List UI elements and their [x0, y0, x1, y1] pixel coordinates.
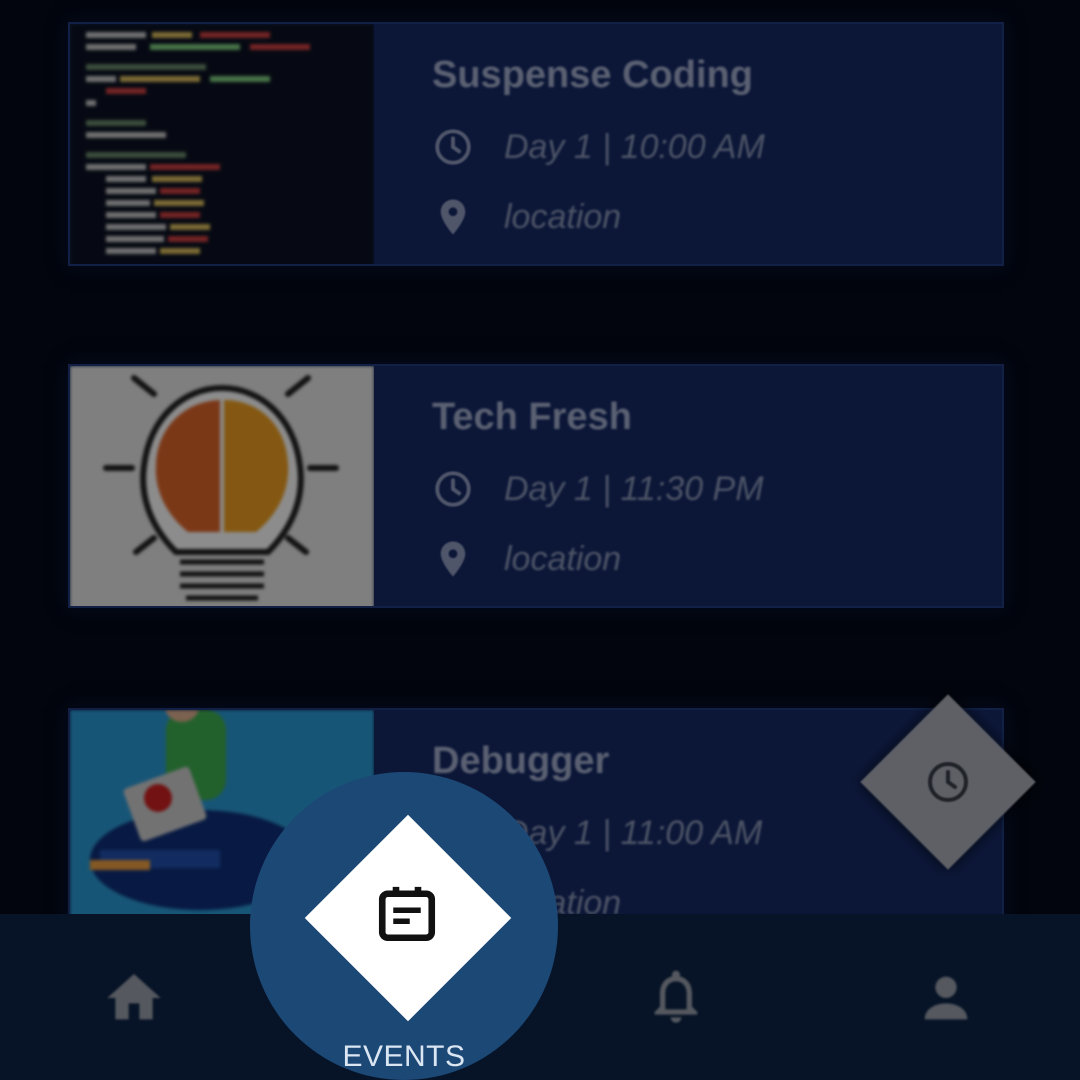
person-icon: [924, 976, 968, 1020]
event-location-row: location: [432, 196, 621, 238]
event-thumbnail-bulb: [70, 366, 374, 606]
event-card[interactable]: Tech Fresh Day 1 | 11:30 PM location: [68, 364, 1004, 608]
location-pin-icon: [440, 199, 466, 235]
nav-home-button[interactable]: [102, 966, 166, 1035]
event-title: Debugger: [432, 740, 610, 782]
event-thumbnail-code: [70, 24, 374, 264]
event-time: Day 1 | 11:00 AM: [504, 813, 763, 852]
event-location: location: [504, 539, 622, 578]
clock-icon: [435, 471, 471, 507]
event-info: Tech Fresh Day 1 | 11:30 PM location: [374, 366, 1002, 606]
home-icon: [107, 974, 161, 1020]
bell-icon: [654, 970, 698, 1023]
event-time: Day 1 | 10:00 AM: [504, 127, 765, 166]
event-card[interactable]: Suspense Coding Day 1 | 10:00 AM locatio…: [68, 22, 1004, 266]
event-time-row: Day 1 | 10:00 AM: [432, 126, 765, 168]
event-location-row: location: [432, 538, 621, 580]
nav-events-label: EVENTS: [342, 1040, 466, 1073]
clock-icon: [928, 762, 968, 802]
event-time-row: Day 1 | 11:30 PM: [432, 468, 764, 510]
event-time: Day 1 | 11:30 PM: [504, 469, 764, 508]
event-info: Suspense Coding Day 1 | 10:00 AM locatio…: [374, 24, 1002, 264]
nav-profile-button[interactable]: [914, 966, 978, 1035]
event-title: Suspense Coding: [432, 54, 753, 96]
clock-icon: [435, 129, 471, 165]
nav-notifications-button[interactable]: [644, 964, 708, 1033]
event-title: Tech Fresh: [432, 396, 632, 438]
event-location: location: [504, 197, 622, 236]
location-pin-icon: [440, 541, 466, 577]
events-calendar-icon: [378, 886, 436, 942]
